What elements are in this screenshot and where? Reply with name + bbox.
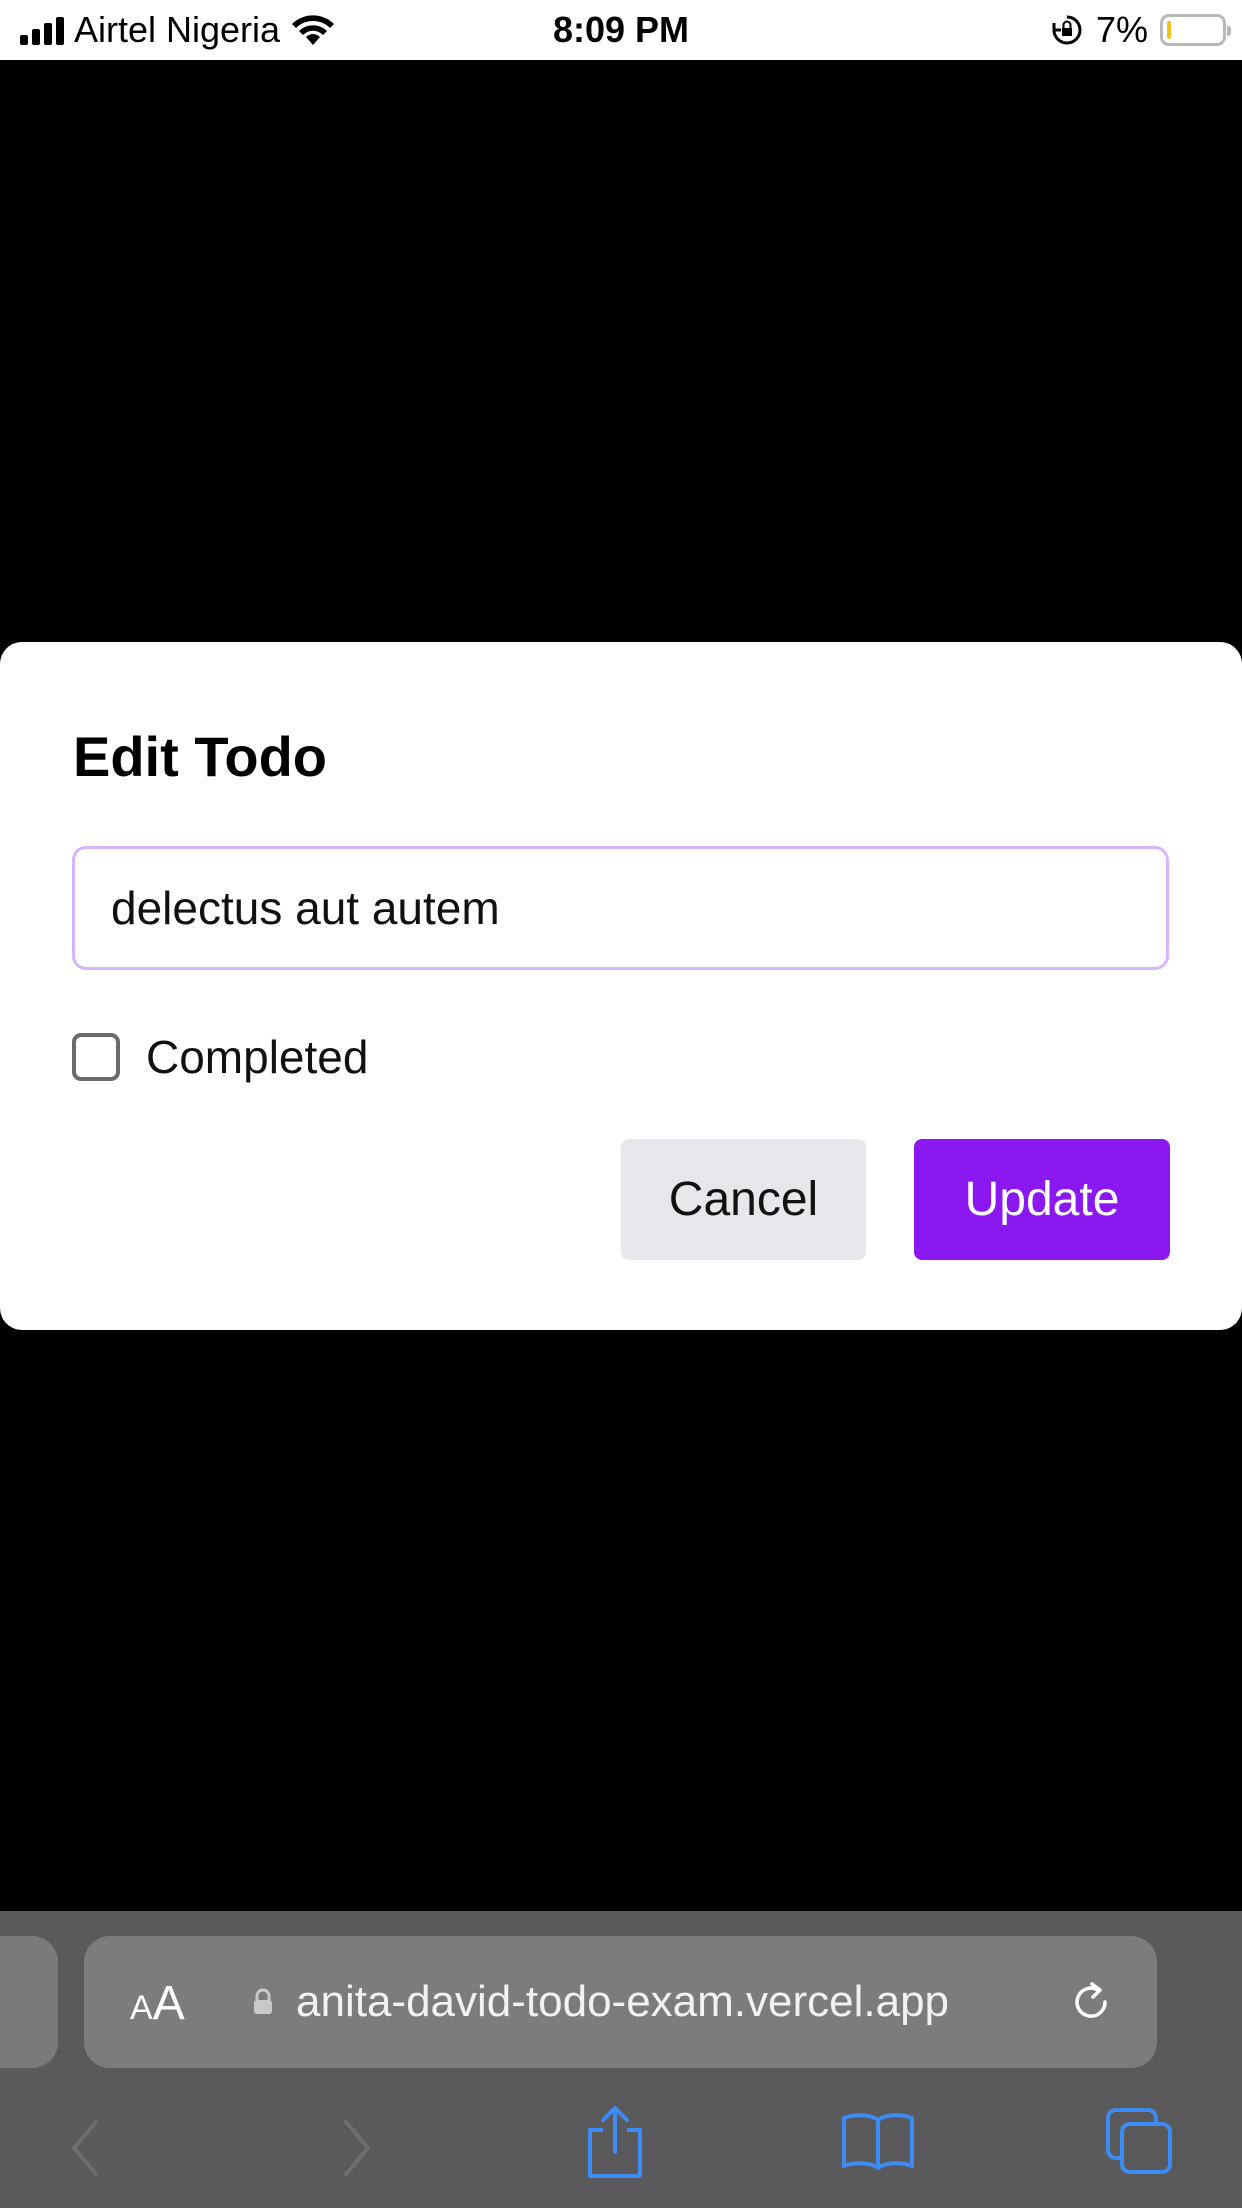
browser-bottom-bar: AA anita-david-todo-exam.vercel.app bbox=[0, 1911, 1242, 2208]
status-bar: Airtel Nigeria 8:09 PM 7% bbox=[0, 0, 1242, 60]
edit-todo-modal: Edit Todo Completed Cancel Update bbox=[0, 642, 1242, 1330]
reload-icon[interactable] bbox=[1065, 1976, 1117, 2028]
forward-icon[interactable] bbox=[336, 2116, 376, 2180]
battery-percent: 7% bbox=[1095, 9, 1148, 50]
completed-checkbox[interactable] bbox=[72, 1033, 120, 1081]
modal-title: Edit Todo bbox=[73, 725, 327, 788]
update-button[interactable]: Update bbox=[914, 1139, 1170, 1260]
status-right: 7% bbox=[1050, 9, 1231, 50]
browser-toolbar bbox=[0, 2096, 1242, 2208]
url-text[interactable]: anita-david-todo-exam.vercel.app bbox=[296, 1976, 949, 2028]
todo-title-input[interactable] bbox=[72, 846, 1169, 970]
back-icon[interactable] bbox=[66, 2116, 106, 2180]
battery-icon bbox=[1160, 14, 1231, 46]
tabs-icon[interactable] bbox=[1104, 2106, 1174, 2176]
text-size-button[interactable]: AA bbox=[130, 1976, 185, 2031]
rotation-lock-icon bbox=[1052, 15, 1082, 45]
address-bar[interactable]: AA anita-david-todo-exam.vercel.app bbox=[84, 1936, 1157, 2068]
share-icon[interactable] bbox=[584, 2104, 646, 2180]
previous-tab-peek[interactable] bbox=[0, 1936, 58, 2068]
completed-checkbox-row[interactable]: Completed bbox=[72, 1030, 368, 1084]
cancel-button[interactable]: Cancel bbox=[621, 1139, 866, 1260]
battery-level bbox=[1167, 21, 1171, 39]
lock-icon bbox=[254, 1988, 272, 2014]
completed-label[interactable]: Completed bbox=[146, 1030, 368, 1084]
bookmarks-icon[interactable] bbox=[840, 2110, 916, 2172]
